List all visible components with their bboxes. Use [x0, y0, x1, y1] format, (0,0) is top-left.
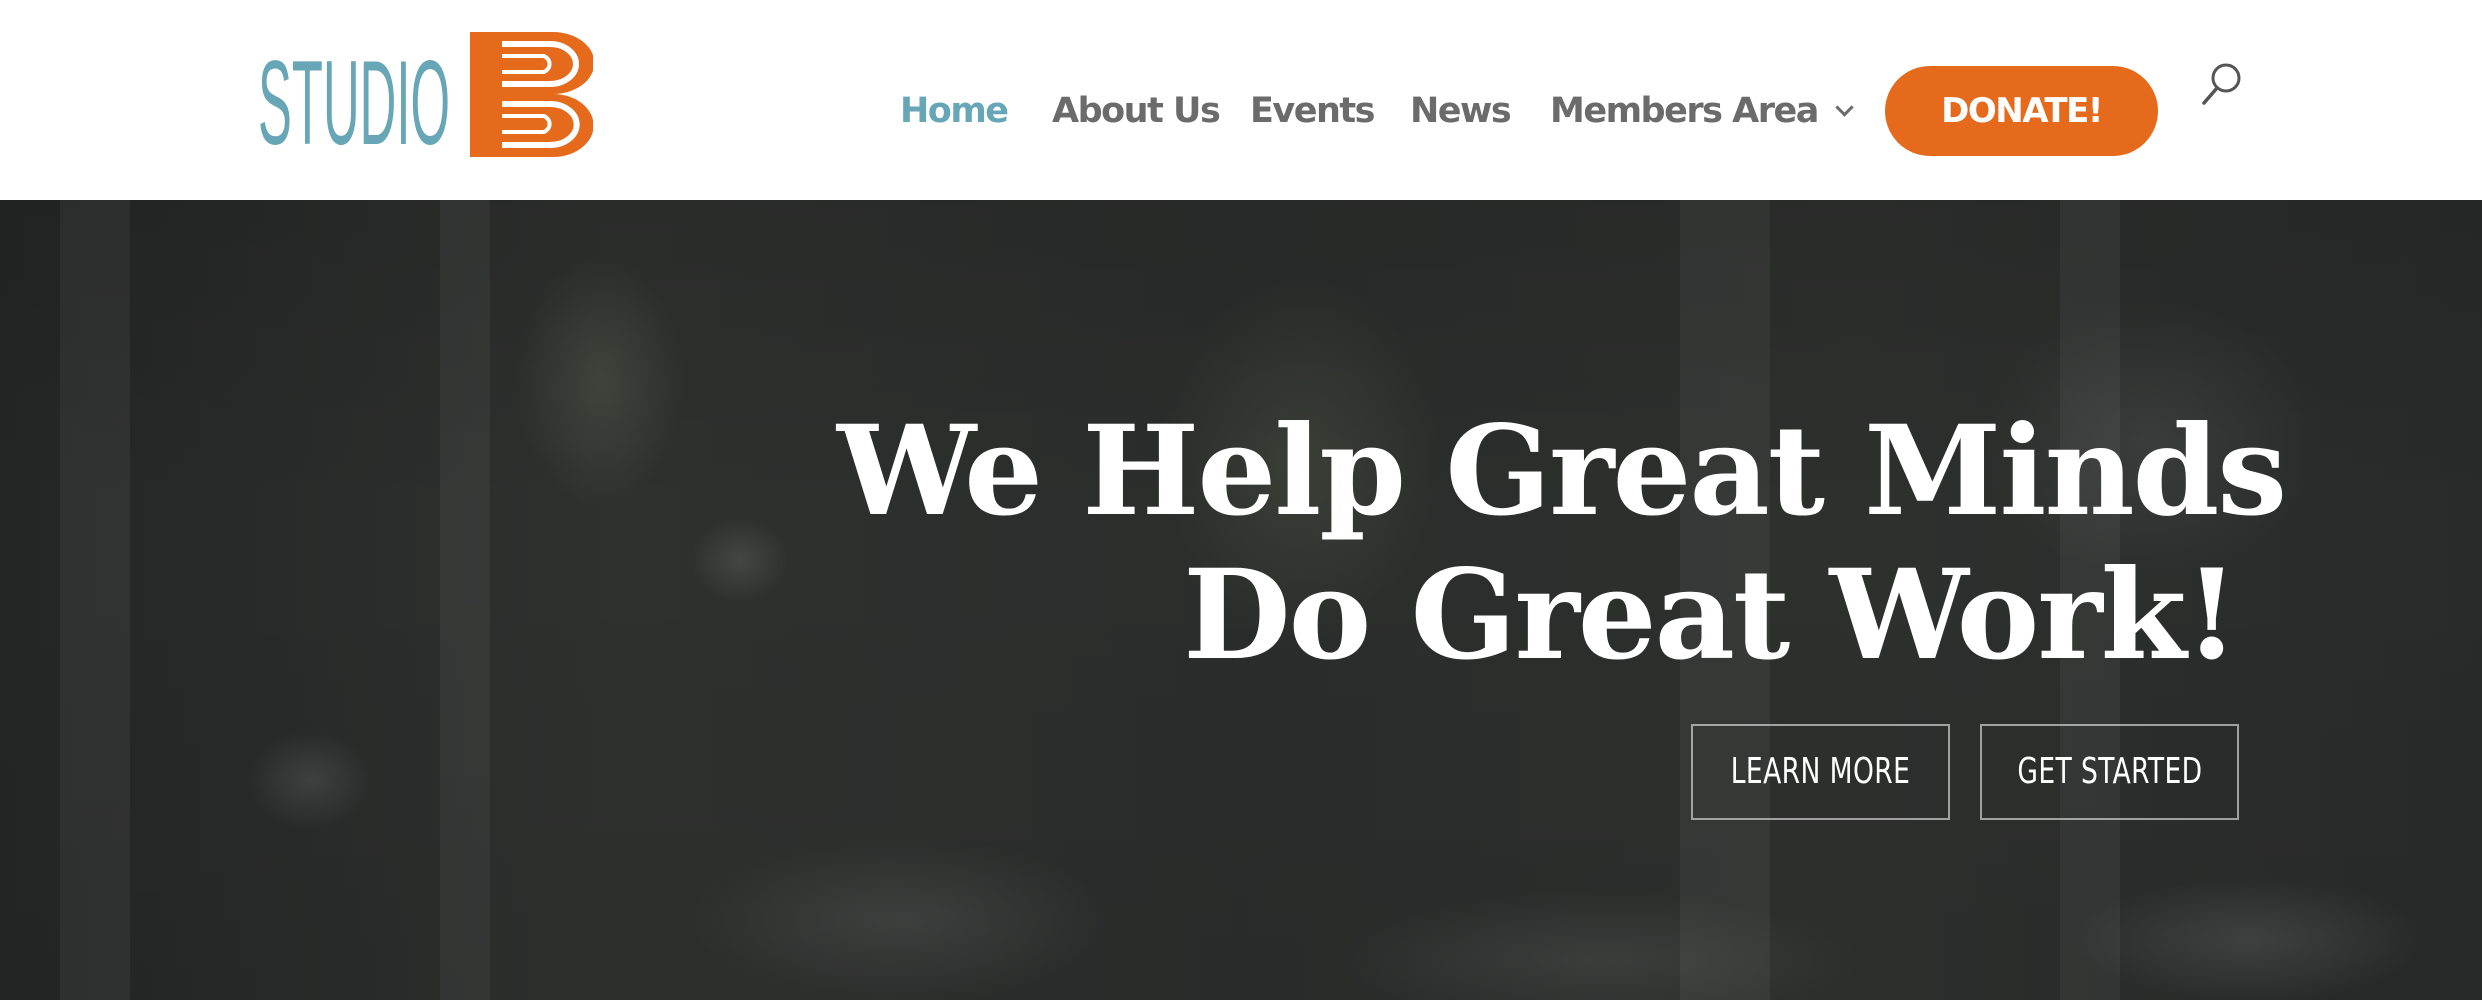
site-header: STUDIO Home About Us Events News Members…: [0, 0, 2482, 200]
hero-heading-line-2: Do Great Work!: [1183, 543, 2239, 688]
hero-section: We Help Great Minds Do Great Work! LEARN…: [0, 200, 2482, 1000]
hero-heading: We Help Great Minds Do Great Work!: [837, 399, 2287, 688]
nav-news[interactable]: News: [1410, 66, 1512, 156]
studio-b-logo[interactable]: STUDIO: [258, 32, 593, 157]
hero-heading-line-1: We Help Great Minds: [837, 399, 2287, 544]
svg-text:STUDIO: STUDIO: [258, 36, 450, 157]
donate-button[interactable]: DONATE!: [1885, 66, 2158, 156]
get-started-label: GET STARTED: [2016, 751, 2203, 792]
nav-about-us[interactable]: About Us: [1052, 66, 1221, 156]
nav-members-area-label: Members Area: [1550, 91, 1819, 131]
nav-home[interactable]: Home: [900, 66, 1009, 156]
nav-events[interactable]: Events: [1250, 66, 1375, 156]
get-started-button[interactable]: GET STARTED: [1980, 724, 2239, 820]
nav-members-area[interactable]: Members Area: [1550, 66, 1854, 156]
chevron-down-icon: [1835, 98, 1854, 117]
learn-more-button[interactable]: LEARN MORE: [1691, 724, 1950, 820]
learn-more-label: LEARN MORE: [1730, 751, 1911, 792]
search-icon[interactable]: [2200, 60, 2244, 108]
